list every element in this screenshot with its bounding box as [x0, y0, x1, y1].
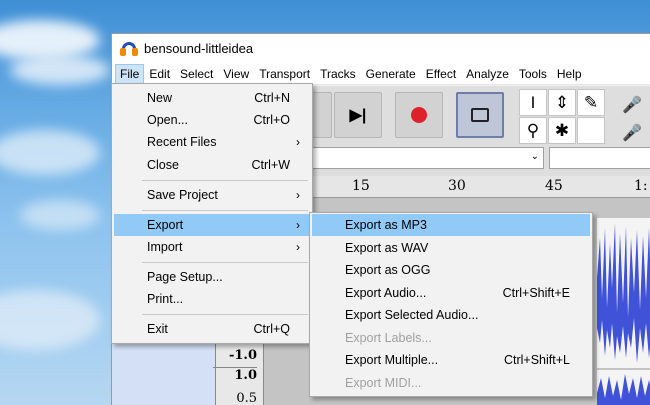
device-dropdown[interactable]	[549, 147, 650, 169]
menu-item-shortcut: Ctrl+O	[253, 113, 290, 127]
ruler-tick: 1:	[634, 178, 648, 194]
menu-item-label: Print...	[147, 292, 184, 306]
menu-item-label: Export	[147, 218, 184, 232]
menu-item-export-ogg[interactable]: Export as OGG	[312, 259, 590, 281]
skip-end-icon: ▶|	[349, 107, 367, 124]
menu-item-label: Export Labels...	[345, 331, 432, 345]
menu-separator	[142, 262, 308, 263]
menu-item-export-selected-audio[interactable]: Export Selected Audio...	[312, 304, 590, 326]
ruler-tick: 45	[545, 178, 563, 194]
menu-item-label: Close	[147, 158, 179, 172]
cloud	[10, 55, 110, 85]
file-menu: New Ctrl+N Open... Ctrl+O Recent Files ›…	[111, 83, 313, 344]
record-icon	[411, 107, 427, 123]
tools-toolbar: I ⇕ ✎ ⚲ ✱	[519, 89, 609, 145]
headphones-icon	[120, 41, 138, 57]
window-title: bensound-littleidea	[144, 41, 254, 56]
audio-host-dropdown[interactable]: ⌄	[312, 147, 544, 169]
chevron-right-icon: ›	[296, 135, 300, 149]
multi-tool-icon[interactable]: ✱	[548, 117, 576, 144]
waveform[interactable]	[597, 218, 650, 405]
menu-transport[interactable]: Transport	[254, 64, 315, 84]
menu-item-recent-files[interactable]: Recent Files ›	[114, 131, 310, 153]
menu-item-label: Open...	[147, 113, 188, 127]
menu-file[interactable]: File	[115, 63, 145, 84]
menu-item-shortcut: Ctrl+W	[251, 158, 290, 172]
menu-analyze[interactable]: Analyze	[461, 64, 514, 84]
menu-item-export-mp3[interactable]: Export as MP3	[312, 214, 590, 236]
menu-item-new[interactable]: New Ctrl+N	[114, 87, 310, 109]
menu-edit[interactable]: Edit	[144, 64, 175, 84]
skip-to-end-button[interactable]: ▶|	[334, 92, 382, 138]
scale-label: -1.0	[228, 348, 257, 363]
menu-item-export-labels: Export Labels...	[312, 327, 590, 349]
menu-item-label: Export as OGG	[345, 263, 431, 277]
menu-select[interactable]: Select	[175, 64, 218, 84]
menu-item-shortcut: Ctrl+Shift+L	[503, 353, 570, 367]
record-button[interactable]	[395, 92, 443, 138]
menu-item-label: Page Setup...	[147, 270, 223, 284]
cloud	[0, 290, 100, 350]
menu-item-label: Save Project	[147, 188, 218, 202]
menu-separator	[142, 180, 308, 181]
envelope-tool-icon[interactable]: ⇕	[548, 89, 576, 116]
menu-separator	[142, 314, 308, 315]
menu-item-shortcut: Ctrl+Shift+E	[502, 286, 570, 300]
menu-item-export-multiple[interactable]: Export Multiple... Ctrl+Shift+L	[312, 349, 590, 371]
menu-item-save-project[interactable]: Save Project ›	[114, 184, 310, 206]
menu-item-label: Export as MP3	[345, 218, 427, 232]
menu-item-print[interactable]: Print...	[114, 288, 310, 310]
menu-item-close[interactable]: Close Ctrl+W	[114, 154, 310, 176]
chevron-right-icon: ›	[296, 218, 300, 232]
title-bar[interactable]: bensound-littleidea	[112, 34, 650, 63]
menu-item-export-wav[interactable]: Export as WAV	[312, 237, 590, 259]
menu-item-shortcut: Ctrl+N	[254, 91, 290, 105]
menu-item-label: Import	[147, 240, 183, 254]
microphone-icon[interactable]: 🎤	[622, 120, 642, 146]
menu-item-export-midi: Export MIDI...	[312, 372, 590, 394]
menu-item-label: New	[147, 91, 173, 105]
selection-tool-icon[interactable]: I	[519, 89, 547, 116]
chevron-right-icon: ›	[296, 188, 300, 202]
scale-label: 1.0	[213, 367, 257, 383]
menu-separator	[142, 210, 308, 211]
menu-item-label: Export Audio...	[345, 286, 427, 300]
menu-item-open[interactable]: Open... Ctrl+O	[114, 109, 310, 131]
cloud	[0, 130, 100, 175]
menu-item-label: Export Multiple...	[345, 353, 439, 367]
menu-tools[interactable]: Tools	[514, 64, 552, 84]
menu-item-exit[interactable]: Exit Ctrl+Q	[114, 318, 310, 340]
menu-item-label: Export Selected Audio...	[345, 308, 479, 322]
loop-icon	[471, 108, 489, 122]
loop-button[interactable]	[456, 92, 504, 138]
scale-label: 0.5	[236, 391, 257, 405]
chevron-right-icon: ›	[296, 240, 300, 254]
menu-item-label: Exit	[147, 322, 168, 336]
menu-item-export-audio[interactable]: Export Audio... Ctrl+Shift+E	[312, 282, 590, 304]
menu-tracks[interactable]: Tracks	[315, 64, 361, 84]
menu-bar: File Edit Select View Transport Tracks G…	[112, 63, 650, 85]
cloud	[0, 20, 100, 60]
menu-item-label: Export MIDI...	[345, 376, 422, 390]
chevron-down-icon: ⌄	[530, 151, 539, 162]
menu-item-page-setup[interactable]: Page Setup...	[114, 266, 310, 288]
cloud	[20, 200, 100, 230]
timeshift-tool-icon[interactable]	[577, 117, 605, 144]
menu-item-export[interactable]: Export ›	[114, 214, 310, 236]
draw-tool-icon[interactable]: ✎	[577, 89, 605, 116]
menu-help[interactable]: Help	[552, 64, 587, 84]
menu-item-label: Export as WAV	[345, 241, 429, 255]
microphone-icon[interactable]: 🎤	[622, 92, 642, 118]
menu-item-import[interactable]: Import ›	[114, 236, 310, 258]
menu-effect[interactable]: Effect	[421, 64, 461, 84]
ruler-tick: 15	[352, 178, 370, 194]
ruler-tick: 30	[448, 178, 466, 194]
menu-generate[interactable]: Generate	[361, 64, 421, 84]
menu-view[interactable]: View	[218, 64, 254, 84]
zoom-tool-icon[interactable]: ⚲	[519, 117, 547, 144]
export-submenu: Export as MP3 Export as WAV Export as OG…	[309, 212, 593, 397]
menu-item-label: Recent Files	[147, 135, 217, 149]
menu-item-shortcut: Ctrl+Q	[253, 322, 290, 336]
